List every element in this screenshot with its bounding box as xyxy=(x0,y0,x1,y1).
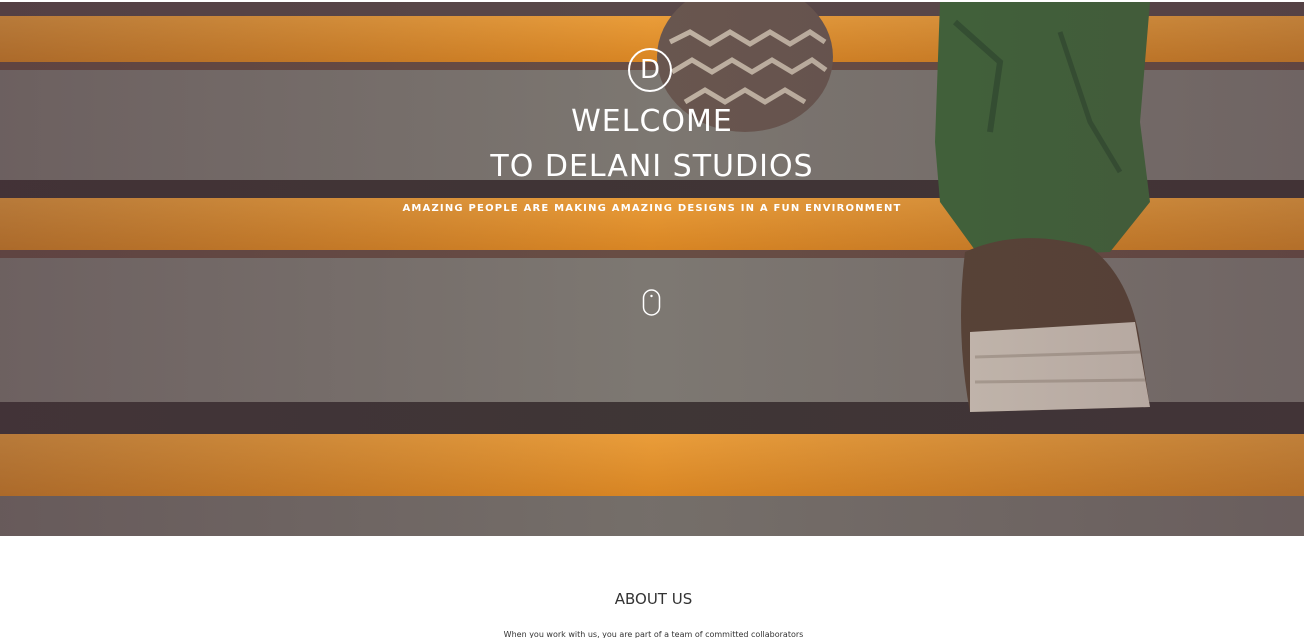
landing-page: D WELCOME TO DELANI STUDIOS AMAZING PEOP… xyxy=(0,0,1307,638)
hero-section: D WELCOME TO DELANI STUDIOS AMAZING PEOP… xyxy=(0,2,1304,536)
about-section-title: ABOUT US xyxy=(614,590,693,608)
brand-logo[interactable]: D xyxy=(628,48,672,92)
hero-title-line2: TO DELANI STUDIOS xyxy=(490,149,814,184)
hero-content: D WELCOME TO DELANI STUDIOS AMAZING PEOP… xyxy=(0,2,1304,536)
hero-tagline: AMAZING PEOPLE ARE MAKING AMAZING DESIGN… xyxy=(402,203,902,214)
mouse-scroll-icon[interactable] xyxy=(642,289,661,316)
hero-title-line1: WELCOME xyxy=(571,104,733,139)
about-section-text: When you work with us, you are part of a… xyxy=(503,630,804,638)
